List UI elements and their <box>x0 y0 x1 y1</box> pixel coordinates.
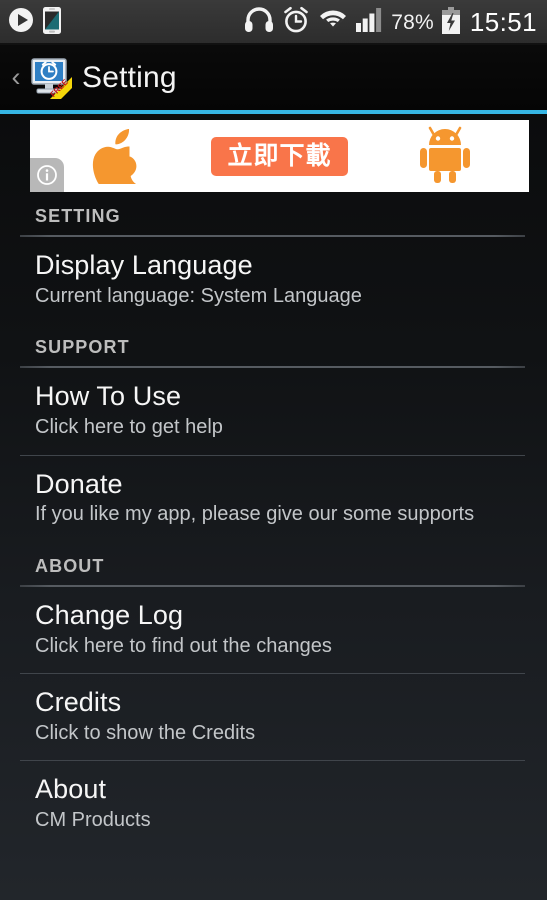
wifi-icon <box>318 8 348 37</box>
settings-row-title: Credits <box>35 687 122 718</box>
play-icon <box>8 7 34 38</box>
status-bar-clock: 15:51 <box>469 7 537 37</box>
headphones-icon <box>244 7 274 38</box>
settings-row-subtitle: CM Products <box>35 809 151 832</box>
status-bar-left-icons <box>8 6 61 39</box>
ad-banner-container: 立即下載 <box>0 114 547 192</box>
settings-row[interactable]: Display Language Current language: System… <box>20 237 527 323</box>
settings-row-subtitle: Click here to find out the changes <box>35 634 332 657</box>
ad-download-button[interactable]: 立即下載 <box>211 136 348 176</box>
android-robot-icon <box>419 125 471 188</box>
battery-charging-icon <box>441 6 460 39</box>
ad-banner[interactable]: 立即下載 <box>30 120 529 192</box>
settings-row[interactable]: How To Use Click here to get help <box>20 368 527 454</box>
battery-percent-label: 78% <box>391 10 434 34</box>
section-header: SUPPORT <box>35 337 130 358</box>
settings-row[interactable]: Donate If you like my app, please give ou… <box>20 456 527 542</box>
settings-row-subtitle: Click here to get help <box>35 415 223 438</box>
apple-logo-icon <box>88 124 140 192</box>
settings-row-title: How To Use <box>35 381 182 412</box>
signal-bars-icon <box>356 7 383 38</box>
settings-list: SETTING Display Language Current language:… <box>0 192 547 848</box>
settings-row[interactable]: Change Log Click here to find out the cha… <box>20 587 527 673</box>
status-bar[interactable]: 78% 15:51 <box>0 0 547 45</box>
settings-row-subtitle: If you like my app, please give our some… <box>35 503 475 526</box>
settings-row-subtitle: Current language: System Language <box>35 284 362 307</box>
section-header: SETTING <box>35 206 121 226</box>
settings-row[interactable]: Credits Click to show the Credits <box>20 674 527 760</box>
settings-scroll-view[interactable]: 立即下載 SETTING Display Language Current la… <box>0 114 547 900</box>
settings-row-title: Change Log <box>35 599 184 630</box>
ad-info-badge[interactable] <box>30 158 64 192</box>
settings-row[interactable]: About CM Products <box>20 761 527 847</box>
monitor-alarm-clock-icon[interactable]: FREE <box>28 57 72 99</box>
section-header: ABOUT <box>35 555 105 576</box>
page-title: Setting <box>82 60 177 94</box>
phone-device-icon <box>43 6 61 39</box>
status-bar-right-icons: 78% 15:51 <box>244 6 537 39</box>
alarm-clock-icon <box>282 6 310 39</box>
back-chevron-icon[interactable]: ‹ <box>6 64 26 91</box>
settings-row-title: About <box>35 774 107 805</box>
settings-row-subtitle: Click to show the Credits <box>35 721 256 744</box>
action-bar: ‹ FREE Setting <box>0 45 547 110</box>
settings-row-title: Display Language <box>35 250 253 280</box>
settings-row-title: Donate <box>35 468 123 499</box>
